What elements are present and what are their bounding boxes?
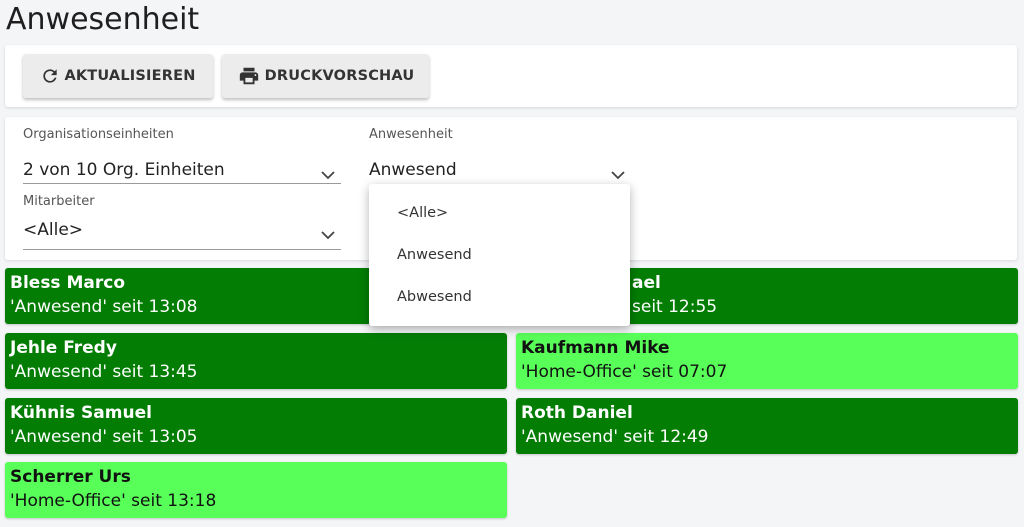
employee-name: Scherrer Urs xyxy=(10,467,131,487)
attendance-value: Anwesend xyxy=(369,160,457,180)
employee-status: 'Home-Office' seit 13:18 xyxy=(10,491,217,511)
page-title: Anwesenheit xyxy=(6,2,200,37)
employee-status: 'Home-Office' seit 07:07 xyxy=(521,362,728,382)
refresh-button-label: AKTUALISIEREN xyxy=(64,68,196,84)
attendance-label: Anwesenheit xyxy=(369,127,453,142)
dropdown-option-anwesend[interactable]: Anwesend xyxy=(369,234,630,276)
field-underline xyxy=(23,183,341,184)
chevron-down-icon xyxy=(321,165,335,184)
org-units-select[interactable]: Organisationseinheiten 2 von 10 Org. Ein… xyxy=(23,127,341,184)
printer-icon xyxy=(237,65,261,87)
employee-card[interactable]: Kaufmann Mike 'Home-Office' seit 07:07 xyxy=(516,333,1018,389)
employee-status: 'Anwesend' seit 13:05 xyxy=(10,427,198,447)
employee-card[interactable]: Scherrer Urs 'Home-Office' seit 13:18 xyxy=(5,462,507,518)
employee-card[interactable]: Jehle Fredy 'Anwesend' seit 13:45 xyxy=(5,333,507,389)
employee-select[interactable]: Mitarbeiter <Alle> xyxy=(23,194,341,250)
attendance-select[interactable]: Anwesenheit Anwesend xyxy=(369,127,631,184)
employee-status: 'Anwesend' seit 13:45 xyxy=(10,362,198,382)
print-preview-button[interactable]: DRUCKVORSCHAU xyxy=(222,54,429,98)
employee-status: 'Anwesend' seit 12:49 xyxy=(521,427,709,447)
employee-card[interactable]: Kühnis Samuel 'Anwesend' seit 13:05 xyxy=(5,398,507,454)
employee-name: Kaufmann Mike xyxy=(521,338,670,358)
employee-name: Kühnis Samuel xyxy=(10,403,152,423)
chevron-down-icon xyxy=(611,165,625,184)
refresh-icon xyxy=(40,66,60,86)
toolbar: AKTUALISIEREN DRUCKVORSCHAU xyxy=(5,45,1017,107)
field-underline xyxy=(23,249,341,250)
employee-value: <Alle> xyxy=(23,220,84,240)
employee-name: Roth Daniel xyxy=(521,403,633,423)
org-units-value: 2 von 10 Org. Einheiten xyxy=(23,160,225,180)
dropdown-option-abwesend[interactable]: Abwesend xyxy=(369,276,630,318)
employee-label: Mitarbeiter xyxy=(23,194,95,209)
employee-name: Jehle Fredy xyxy=(10,338,117,358)
dropdown-option-alle[interactable]: <Alle> xyxy=(369,192,630,234)
print-preview-button-label: DRUCKVORSCHAU xyxy=(264,68,415,84)
refresh-button[interactable]: AKTUALISIEREN xyxy=(23,54,213,98)
attendance-dropdown-menu: <Alle> Anwesend Abwesend xyxy=(369,184,630,326)
employee-card[interactable]: Roth Daniel 'Anwesend' seit 12:49 xyxy=(516,398,1018,454)
chevron-down-icon xyxy=(321,225,335,244)
org-units-label: Organisationseinheiten xyxy=(23,127,174,142)
